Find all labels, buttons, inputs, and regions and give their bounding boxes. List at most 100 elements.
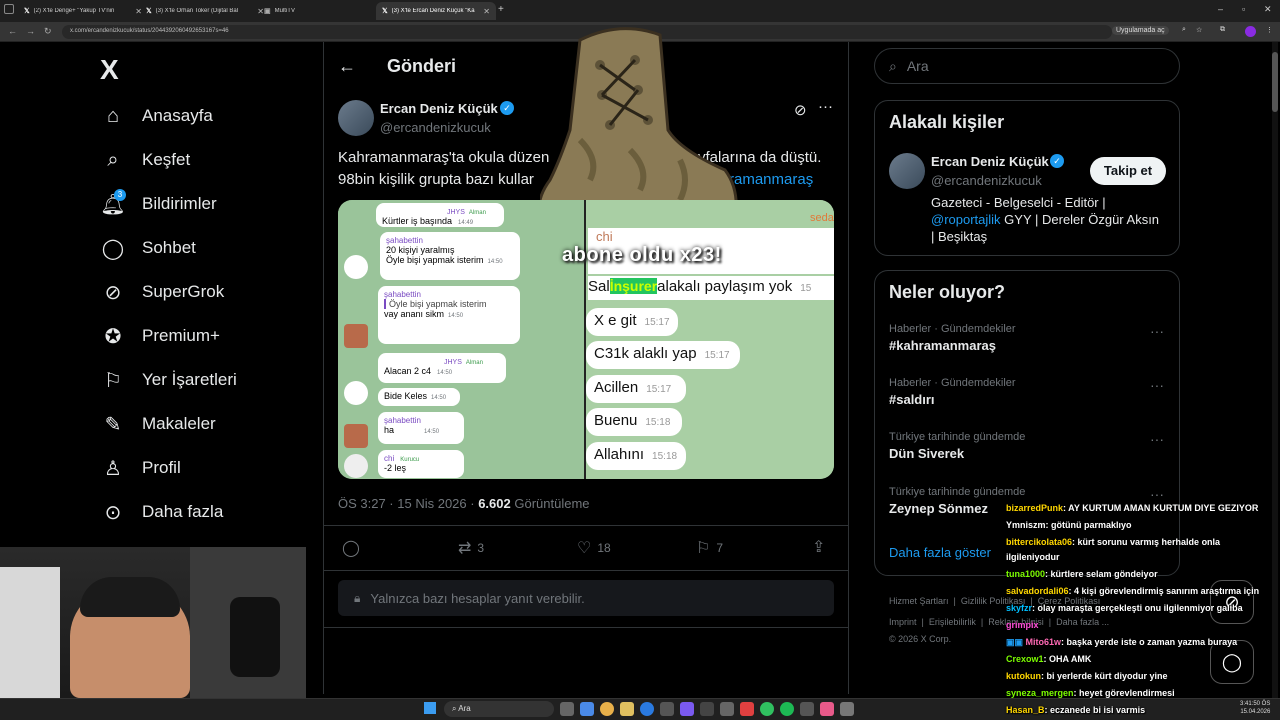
share-icon[interactable]: ⇪ — [812, 537, 825, 557]
maximize-icon[interactable]: ▫ — [1242, 4, 1245, 14]
trend-more-icon[interactable]: ··· — [1150, 323, 1164, 339]
close-icon[interactable]: ✕ — [483, 7, 490, 16]
chat-message: Allahını 15:18 — [586, 442, 686, 470]
stream-chat-line: ▣▣ Mito61w: başka yerde iste o zaman yaz… — [1006, 637, 1238, 647]
app-icon[interactable] — [580, 702, 594, 716]
menu-icon[interactable]: ⋮ — [1266, 26, 1273, 34]
folder-icon[interactable] — [620, 702, 634, 716]
extensions-icon[interactable]: ⧉ — [1220, 26, 1225, 34]
stream-chat-line: Hasan_B: eczanede bi isi varmis — [1006, 705, 1146, 715]
taskbar-clock[interactable]: 3:41:50 ÖS 15.04.2026 — [1240, 700, 1270, 716]
stream-chat-line: syneza_mergen: heyet görevlendirmesi — [1006, 688, 1175, 698]
zoom-icon[interactable]: ⌕ — [1182, 26, 1186, 34]
post-text-line2: 98bin kişilik grupta bazı kullar — [338, 171, 534, 188]
verified-icon: ✪ — [104, 325, 122, 348]
app-icon[interactable] — [660, 702, 674, 716]
trend-item[interactable]: Haberler · Gündemdekiler #kahramanmaraş — [889, 323, 1016, 353]
nav-item-profile[interactable]: ♙ Profil — [100, 452, 181, 484]
verified-badge-icon: ✓ — [1050, 154, 1064, 168]
browser-tab[interactable]: ▣MultiTV✕ — [258, 2, 388, 20]
trend-more-icon[interactable]: ··· — [1150, 377, 1164, 393]
taskbar-search[interactable]: ⌕ Ara — [444, 701, 554, 717]
trend-item[interactable]: Haberler · Gündemdekiler #saldırı — [889, 377, 1016, 407]
reply-icon[interactable]: ◯ — [342, 538, 360, 558]
nav-item-bookmarks[interactable]: ⚐ Yer İşaretleri — [100, 364, 237, 396]
webcam-overlay — [0, 547, 306, 698]
grok-icon[interactable]: ⊘ — [794, 101, 807, 119]
star-icon[interactable]: ☆ — [1196, 26, 1202, 34]
scrollbar-thumb[interactable] — [1272, 52, 1278, 112]
author-name[interactable]: Ercan Deniz Küçük — [380, 101, 498, 116]
retweet-button[interactable]: ⇄ 3 — [458, 538, 484, 558]
forward-icon[interactable]: → — [26, 26, 35, 36]
person-name[interactable]: Ercan Deniz Küçük — [931, 154, 1049, 169]
browser-tab[interactable]: 𝕏 (3) X'te Orhan Toker (Dijital Bal ✕ — [140, 2, 270, 20]
show-more-link[interactable]: Daha fazla göster — [889, 545, 991, 560]
open-in-app-button[interactable]: Uygulamada aç — [1112, 26, 1169, 35]
stream-chat-line: ilgileniyodur — [1006, 552, 1060, 562]
divider — [323, 627, 849, 628]
minimize-icon[interactable]: – — [1218, 4, 1223, 14]
reload-icon[interactable]: ↻ — [44, 26, 52, 37]
more-options-icon[interactable]: ··· — [818, 98, 833, 115]
person-avatar[interactable] — [889, 153, 925, 189]
browser-tab-active[interactable]: 𝕏 (3) X'te Ercan Deniz Küçük "Ka ✕ — [376, 2, 496, 20]
follow-button[interactable]: Takip et — [1090, 157, 1166, 185]
app-icon[interactable] — [760, 702, 774, 716]
post-text-line1: Kahramanmaraş'ta okula düzen — [338, 149, 550, 166]
search-input[interactable]: ⌕ Ara — [874, 48, 1180, 84]
close-window-icon[interactable]: ✕ — [1264, 4, 1272, 15]
nav-item-explore[interactable]: ⌕ Keşfet — [100, 144, 190, 176]
back-icon[interactable]: ← — [8, 26, 17, 36]
x-logo[interactable]: X — [100, 54, 119, 86]
bookmark-button[interactable]: ⚐ 7 — [696, 538, 723, 558]
trend-item[interactable]: Türkiye tarihinde gündemde Zeynep Sönmez — [889, 486, 1025, 516]
windows-start-icon[interactable] — [424, 702, 436, 714]
person-handle[interactable]: @ercandenizkucuk — [931, 173, 1042, 188]
chat-message: C31k alaklı yap 15:17 — [586, 341, 740, 369]
app-icon[interactable] — [840, 702, 854, 716]
stream-chat-line: grimpix — [1006, 620, 1039, 630]
author-handle[interactable]: @ercandenizkucuk — [380, 120, 491, 135]
streamer-hair — [80, 577, 180, 617]
section-title: Alakalı kişiler — [889, 112, 1005, 132]
chat-bubble: şahabettin ha 14:50 — [378, 412, 464, 444]
browser-tab[interactable]: 𝕏 (2) X'te Denge+ "Yakup TV'nin ✕ — [18, 2, 148, 20]
task-view-icon[interactable] — [560, 702, 574, 716]
app-icon[interactable] — [700, 702, 714, 716]
scrollbar[interactable] — [1272, 42, 1278, 698]
notification-badge: 3 — [114, 189, 126, 201]
post-media[interactable]: JHYS Alman Kürtler iş başında 14:49 şahabet… — [338, 200, 834, 479]
edge-icon[interactable] — [640, 702, 654, 716]
app-icon[interactable] — [800, 702, 814, 716]
user-avatar — [344, 255, 368, 279]
app-icon[interactable] — [720, 702, 734, 716]
hashtag-link[interactable]: ramanmaraş — [729, 171, 813, 188]
profile-avatar[interactable] — [1245, 26, 1256, 37]
app-icon[interactable] — [740, 702, 754, 716]
nav-item-more[interactable]: ⊙ Daha fazla — [100, 496, 224, 528]
lock-icon: 🔒︎ — [354, 590, 361, 605]
app-icon[interactable] — [820, 702, 834, 716]
boot-sticker-image — [537, 20, 740, 230]
tab-actions-icon[interactable] — [4, 4, 14, 14]
trend-more-icon[interactable]: ··· — [1150, 431, 1164, 447]
spotify-icon[interactable] — [780, 702, 794, 716]
chat-message: Buenu 15:18 — [586, 408, 682, 436]
chrome-icon[interactable] — [600, 702, 614, 716]
back-arrow-icon[interactable]: ← — [338, 56, 356, 77]
nav-item-articles[interactable]: ✎ Makaleler — [100, 408, 216, 440]
nav-item-home[interactable]: ⌂ Anasayfa — [100, 100, 213, 132]
nav-item-supergrok[interactable]: ⊘ SuperGrok — [100, 276, 225, 308]
trend-more-icon[interactable]: ··· — [1150, 486, 1164, 502]
user-avatar — [344, 454, 368, 478]
nav-item-chat[interactable]: ◯ Sohbet — [100, 232, 196, 264]
new-tab-button[interactable]: + — [498, 4, 504, 15]
like-button[interactable]: ♡ 18 — [577, 538, 611, 558]
author-avatar[interactable] — [338, 100, 374, 136]
discord-icon[interactable] — [680, 702, 694, 716]
chat-bubble: şahabettin 20 kişiyi yaralmış Öyle bişi ya… — [380, 232, 520, 280]
nav-item-premium[interactable]: ✪ Premium+ — [100, 320, 220, 352]
trend-item[interactable]: Türkiye tarihinde gündemde Dün Siverek — [889, 431, 1025, 461]
chat-message: Salİnşureralakalı paylaşım yok 15 — [588, 276, 834, 300]
